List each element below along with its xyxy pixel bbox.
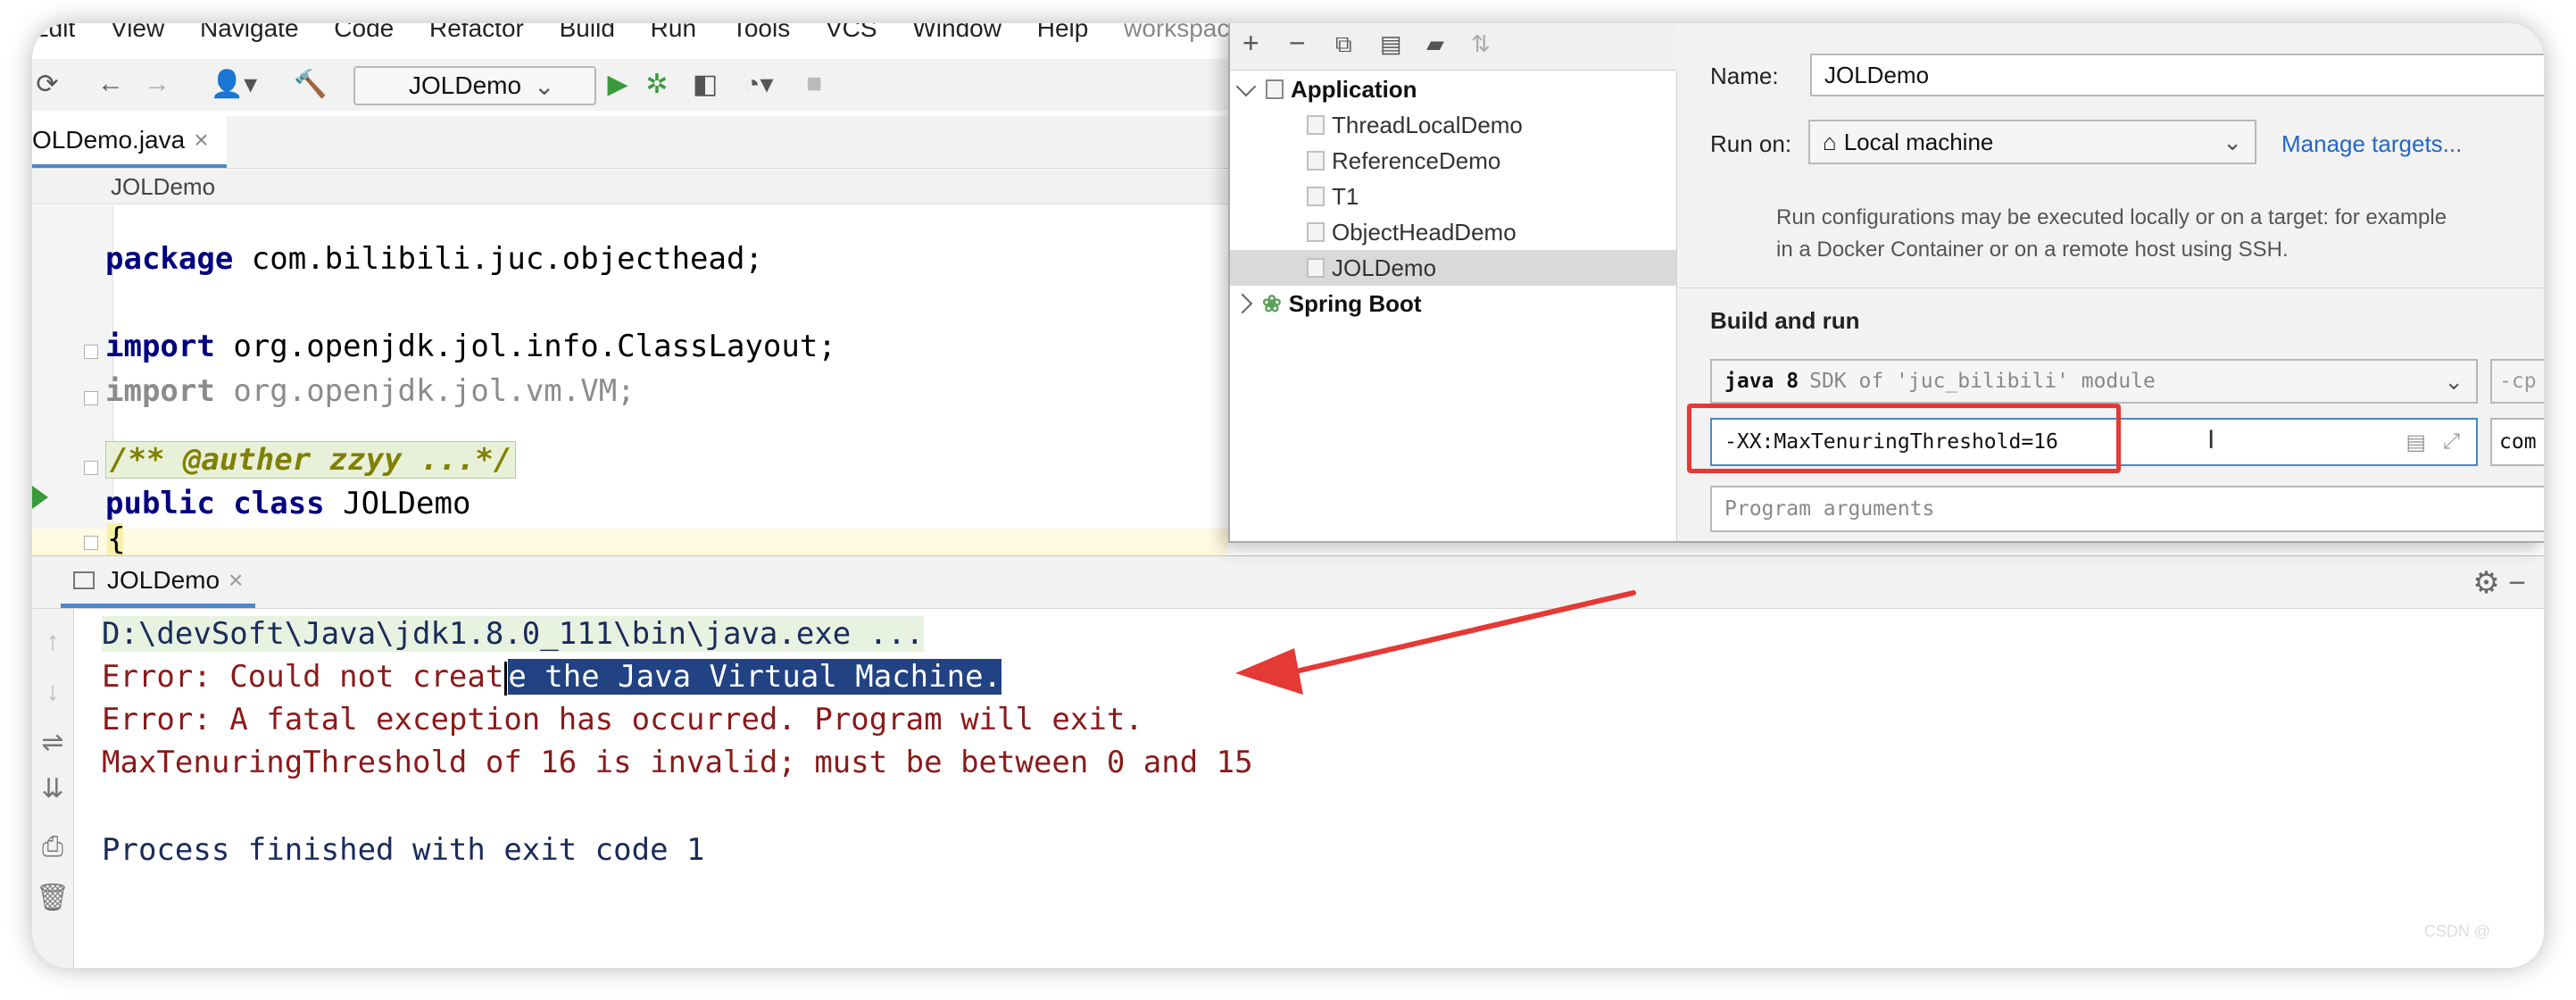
arrow-head bbox=[1235, 648, 1303, 695]
annotation-arrow bbox=[1235, 590, 1636, 695]
screenshot-frame: Edit View Navigate Code Refactor Build R… bbox=[32, 23, 2544, 968]
arrow-shaft bbox=[1297, 590, 1636, 673]
watermark: CSDN @ bbox=[2423, 922, 2490, 940]
